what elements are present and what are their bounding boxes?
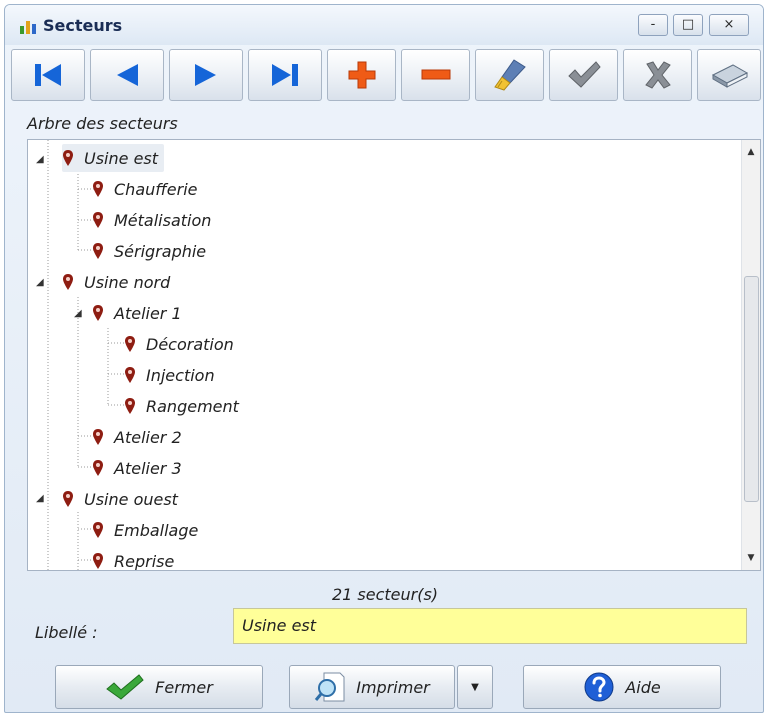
sector-count: 21 secteur(s) [331, 585, 439, 604]
tree-node-emballage[interactable]: Emballage [92, 516, 198, 544]
tree-scrollbar[interactable]: ▲ ▼ [741, 140, 760, 570]
tree-node-metalisation[interactable]: Métalisation [92, 206, 211, 234]
imprimer-button[interactable]: Imprimer [289, 665, 455, 709]
sector-tree[interactable]: ◢ Usine est Chaufferie Métalisation Séri… [27, 139, 761, 571]
libelle-field[interactable]: Usine est [233, 608, 747, 644]
tree-node-rangement[interactable]: Rangement [124, 392, 239, 420]
map-pin-icon [93, 553, 103, 569]
scroll-up-button[interactable]: ▲ [742, 142, 760, 162]
tree-node-atelier-3[interactable]: Atelier 3 [92, 454, 182, 482]
remove-button[interactable] [401, 49, 470, 101]
last-icon [272, 64, 298, 86]
print-preview-icon [315, 672, 345, 702]
cancel-button[interactable] [623, 49, 692, 101]
tree-node-usine-nord[interactable]: Usine nord [62, 268, 170, 296]
tree-node-injection[interactable]: Injection [124, 361, 215, 389]
minimize-button[interactable]: - [638, 14, 668, 36]
tree-node-chaufferie[interactable]: Chaufferie [92, 175, 198, 203]
close-button[interactable]: × [709, 14, 749, 36]
imprimer-dropdown-button[interactable]: ▼ [457, 665, 493, 709]
chevron-down-icon: ▼ [471, 681, 479, 693]
tree-node-label: Atelier 2 [114, 427, 182, 447]
tree-node-label: Usine est [84, 148, 159, 168]
tree-node-decoration[interactable]: Décoration [124, 330, 234, 358]
map-pin-icon [93, 460, 103, 476]
cancel-icon [644, 61, 671, 89]
clean-button[interactable] [475, 49, 544, 101]
tree-node-usine-est[interactable]: Usine est [62, 144, 165, 172]
fermer-button[interactable]: Fermer [55, 665, 263, 709]
collapse-toggle-atelier-1[interactable]: ◢ [74, 308, 82, 319]
tree-node-serigraphie[interactable]: Sérigraphie [92, 237, 206, 265]
tree-node-label: Décoration [146, 334, 234, 354]
tree-node-label: Injection [146, 365, 215, 385]
tree-node-label: Atelier 1 [114, 303, 182, 323]
map-pin-icon [93, 212, 103, 228]
book-icon [711, 64, 749, 88]
previous-icon [117, 64, 138, 86]
map-pin-icon [93, 522, 103, 538]
previous-record-button[interactable] [90, 49, 164, 101]
clean-icon [493, 59, 526, 91]
scrollbar-thumb[interactable] [744, 276, 759, 502]
tree-node-label: Usine nord [84, 272, 171, 292]
map-pin-icon [93, 243, 103, 259]
validate-icon [567, 61, 601, 88]
map-pin-icon [125, 367, 135, 383]
tree-node-label: Atelier 3 [114, 458, 182, 478]
add-icon [348, 61, 375, 89]
window-title: Secteurs [43, 16, 123, 35]
help-icon [584, 672, 614, 702]
remove-icon [421, 69, 450, 80]
map-pin-icon [93, 181, 103, 197]
map-pin-icon [125, 336, 135, 352]
tree-node-usine-ouest[interactable]: Usine ouest [62, 485, 178, 513]
tree-node-label: Usine ouest [84, 489, 178, 509]
tree-node-reprise[interactable]: Reprise [92, 547, 175, 571]
first-record-button[interactable] [11, 49, 85, 101]
last-record-button[interactable] [248, 49, 322, 101]
app-icon [20, 21, 36, 34]
next-record-button[interactable] [169, 49, 243, 101]
aide-button[interactable]: Aide [523, 665, 721, 709]
tree-node-label: Reprise [114, 551, 175, 571]
book-button[interactable] [697, 49, 761, 101]
aide-label: Aide [625, 677, 661, 697]
map-pin-icon [125, 398, 135, 414]
tree-node-label: Rangement [146, 396, 239, 416]
tree-node-label: Emballage [114, 520, 199, 540]
scroll-down-button[interactable]: ▼ [742, 548, 760, 568]
fermer-label: Fermer [155, 677, 213, 697]
map-pin-icon [93, 305, 103, 321]
tree-node-label: Métalisation [114, 210, 212, 230]
map-pin-icon [63, 491, 73, 507]
add-button[interactable] [327, 49, 396, 101]
tree-node-label: Chaufferie [114, 179, 198, 199]
validate-button[interactable] [549, 49, 618, 101]
libelle-label: Libellé : [35, 623, 98, 642]
collapse-toggle-usine-est[interactable]: ◢ [36, 154, 44, 165]
title-bar: Secteurs - □ × [5, 5, 763, 45]
map-pin-icon [63, 274, 73, 290]
checkmark-icon [106, 674, 144, 700]
first-icon [35, 64, 61, 86]
next-icon [195, 64, 216, 86]
imprimer-label: Imprimer [356, 677, 430, 697]
secteurs-window: Secteurs - □ × Arbre des secteurs ◢ Usin… [4, 4, 764, 713]
map-pin-icon [63, 150, 73, 166]
tree-section-label: Arbre des secteurs [27, 114, 178, 133]
toolbar [11, 49, 761, 101]
maximize-button[interactable]: □ [673, 14, 703, 36]
map-pin-icon [93, 429, 103, 445]
collapse-toggle-usine-nord[interactable]: ◢ [36, 277, 44, 288]
tree-node-label: Sérigraphie [114, 241, 207, 261]
collapse-toggle-usine-ouest[interactable]: ◢ [36, 493, 44, 504]
tree-node-atelier-1[interactable]: Atelier 1 [92, 299, 182, 327]
tree-node-atelier-2[interactable]: Atelier 2 [92, 423, 182, 451]
